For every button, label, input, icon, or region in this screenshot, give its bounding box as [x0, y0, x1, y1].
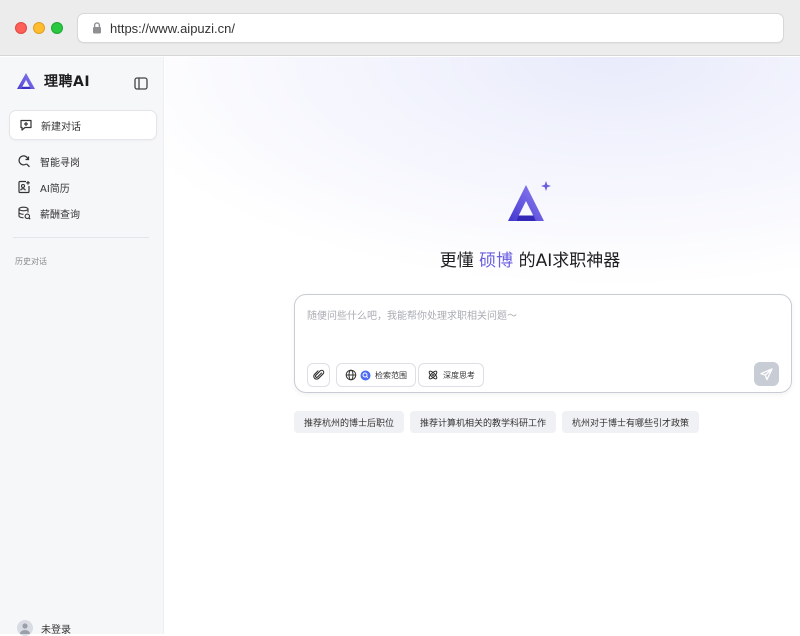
- database-icon: [17, 206, 31, 220]
- suggestion-chip[interactable]: 推荐杭州的博士后职位: [294, 411, 405, 433]
- brand[interactable]: 理聘AI: [16, 71, 90, 91]
- headline-suffix: 的AI求职神器: [518, 251, 621, 271]
- page-headline: 更懂 硕博 的AI求职神器: [165, 246, 800, 271]
- suggestion-chip[interactable]: 推荐计算机相关的教学科研工作: [410, 411, 557, 433]
- sidebar-divider: [13, 237, 149, 238]
- address-bar[interactable]: https://www.aipuzi.cn/: [77, 13, 784, 43]
- sidebar-item-label: 智能寻岗: [40, 157, 80, 169]
- atom-icon: [427, 369, 439, 381]
- user-label: 未登录: [41, 624, 71, 636]
- deep-think-label: 深度思考: [443, 370, 475, 380]
- lock-icon: [90, 21, 104, 35]
- minimize-window-button[interactable]: [33, 22, 45, 34]
- url-text: https://www.aipuzi.cn/: [110, 20, 235, 36]
- paperclip-icon: [312, 369, 325, 381]
- headline-highlight: 硕博: [479, 251, 514, 271]
- headline-prefix: 更懂: [439, 251, 474, 271]
- zoom-window-button[interactable]: [51, 22, 63, 34]
- sidebar-item-salary-query[interactable]: 薪酬查询: [17, 204, 80, 222]
- sidebar: 理聘AI 新建对话 智能寻岗 AI简历 薪酬查询 历史对话 未登录: [0, 57, 164, 636]
- search-scope-label: 检索范围: [375, 370, 407, 380]
- chat-composer[interactable]: 随便问些什么吧，我能帮你处理求职相关问题～ 检索范围 深度思考: [294, 294, 792, 393]
- new-chat-button[interactable]: 新建对话: [9, 110, 157, 140]
- attach-button[interactable]: [307, 363, 330, 387]
- sidebar-item-label: AI简历: [40, 183, 70, 195]
- send-icon: [760, 367, 773, 381]
- hero-logo-icon: [506, 181, 554, 225]
- globe-icon: [345, 369, 357, 381]
- send-button[interactable]: [754, 362, 779, 386]
- brand-logo-icon: [16, 72, 36, 90]
- new-chat-label: 新建对话: [41, 121, 81, 133]
- sidebar-item-ai-resume[interactable]: AI简历: [17, 178, 70, 196]
- sidebar-item-label: 薪酬查询: [40, 209, 80, 221]
- suggestion-chips: 推荐杭州的博士后职位 推荐计算机相关的教学科研工作 杭州对于博士有哪些引才政策: [294, 411, 700, 433]
- browser-chrome: https://www.aipuzi.cn/: [0, 0, 800, 56]
- search-scope-button[interactable]: 检索范围: [336, 363, 416, 387]
- search-scope-badge-icon: [360, 370, 371, 381]
- resume-icon: [17, 180, 31, 194]
- sidebar-item-job-search[interactable]: 智能寻岗: [17, 152, 80, 170]
- deep-think-button[interactable]: 深度思考: [418, 363, 484, 387]
- search-refresh-icon: [17, 154, 31, 168]
- brand-name: 理聘AI: [44, 74, 91, 90]
- main-panel: 更懂 硕博 的AI求职神器 随便问些什么吧，我能帮你处理求职相关问题～ 检索范围…: [165, 57, 800, 634]
- suggestion-chip[interactable]: 杭州对于博士有哪些引才政策: [562, 411, 700, 433]
- new-chat-icon: [19, 118, 33, 132]
- history-title: 历史对话: [15, 257, 47, 266]
- close-window-button[interactable]: [15, 22, 27, 34]
- chat-input[interactable]: 随便问些什么吧，我能帮你处理求职相关问题～: [307, 307, 517, 322]
- collapse-sidebar-icon[interactable]: [134, 75, 148, 90]
